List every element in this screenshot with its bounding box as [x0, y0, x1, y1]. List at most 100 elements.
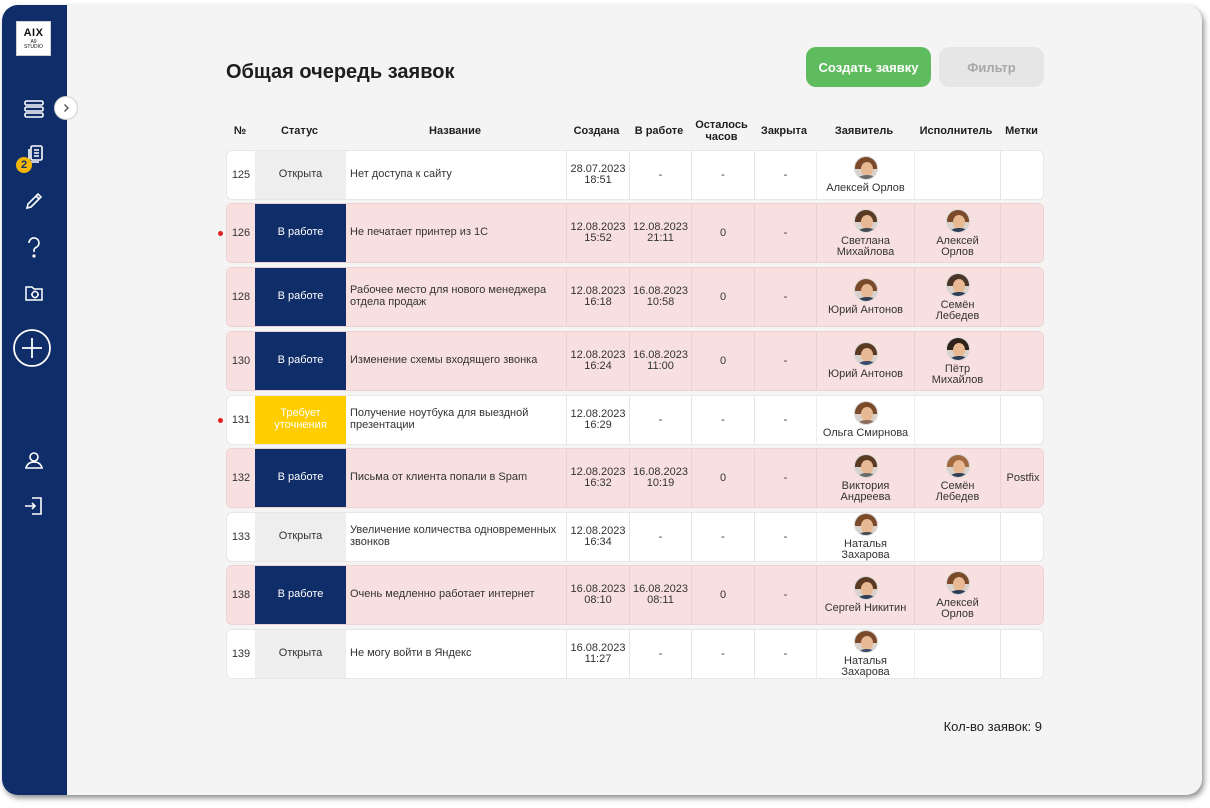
- table-row[interactable]: 125 Открыта Нет доступа к сайту 28.07.2023 …: [226, 150, 1044, 200]
- ticket-tags: [1000, 204, 1045, 262]
- hours-left: 0: [691, 204, 754, 262]
- table-row[interactable]: 128 В работе Рабочее место для нового мене…: [226, 267, 1044, 327]
- ticket-tags: [1000, 396, 1045, 444]
- ticket-title: Очень медленно работает интернет: [350, 588, 535, 601]
- hours-left: 0: [691, 268, 754, 326]
- in-work-date: -: [629, 513, 691, 561]
- in-work-date: 16.08.2023 08:11: [629, 566, 691, 624]
- logout-icon[interactable]: [21, 493, 47, 519]
- table-row[interactable]: 131 Требует уточнения Получение ноутбука д…: [226, 395, 1044, 445]
- create-ticket-button[interactable]: Создать заявку: [806, 47, 931, 87]
- closed-date: -: [754, 566, 816, 624]
- column-header-created[interactable]: Создана: [565, 115, 628, 149]
- executor[interactable]: [914, 396, 1000, 444]
- closed-date: -: [754, 630, 816, 678]
- avatar: [853, 156, 878, 180]
- executor[interactable]: Пётр Михайлов: [914, 332, 1000, 390]
- status-badge: В работе: [255, 566, 346, 624]
- ticket-number: 132: [231, 472, 251, 484]
- applicant[interactable]: Юрий Антонов: [816, 268, 914, 326]
- avatar: [945, 453, 970, 478]
- table-row[interactable]: 130 В работе Изменение схемы входящего зво…: [226, 331, 1044, 391]
- created-date: 12.08.2023 16:24: [566, 332, 629, 390]
- column-header-number[interactable]: №: [226, 115, 254, 149]
- table-row[interactable]: 126 В работе Не печатает принтер из 1С 12.0…: [226, 203, 1044, 263]
- ticket-number: 139: [231, 648, 251, 660]
- in-work-date: -: [629, 630, 691, 678]
- profile-icon[interactable]: [21, 447, 47, 473]
- hours-left: -: [691, 630, 754, 678]
- tickets-badge: 2: [16, 157, 32, 173]
- ticket-title: Нет доступа к сайту: [350, 168, 452, 181]
- applicant-name: Юрий Антонов: [827, 368, 904, 380]
- created-date: 12.08.2023 16:29: [566, 396, 629, 444]
- in-work-date: 16.08.2023 10:19: [629, 449, 691, 507]
- table-row[interactable]: 139 Открыта Не могу войти в Яндекс 16.08.20…: [226, 629, 1044, 679]
- applicant[interactable]: Ольга Смирнова: [816, 396, 914, 444]
- executor[interactable]: Семён Лебедев: [914, 449, 1000, 507]
- applicant[interactable]: Юрий Антонов: [816, 332, 914, 390]
- hours-left: -: [691, 513, 754, 561]
- help-icon[interactable]: [21, 234, 47, 260]
- applicant[interactable]: Алексей Орлов: [816, 151, 914, 199]
- executor[interactable]: [914, 513, 1000, 561]
- chevron-right-icon: [64, 104, 69, 112]
- ticket-tags: [1000, 513, 1045, 561]
- closed-date: -: [754, 396, 816, 444]
- avatar: [853, 208, 878, 233]
- created-date: 12.08.2023 16:34: [566, 513, 629, 561]
- applicant[interactable]: Сергей Никитин: [816, 566, 914, 624]
- table-row[interactable]: 133 Открыта Увеличение количества одноврем…: [226, 512, 1044, 562]
- applicant[interactable]: Виктория Андреева: [816, 449, 914, 507]
- urgent-indicator: [218, 230, 223, 236]
- ticket-number: 130: [231, 355, 251, 367]
- column-header-applicant[interactable]: Заявитель: [815, 115, 913, 149]
- edit-icon[interactable]: [21, 188, 47, 214]
- ticket-number: 128: [231, 291, 251, 303]
- applicant-name: Юрий Антонов: [827, 304, 904, 316]
- ticket-tags: Postfix: [1000, 449, 1045, 507]
- table-row[interactable]: 132 В работе Письма от клиента попали в Sp…: [226, 448, 1044, 508]
- hours-left: 0: [691, 566, 754, 624]
- queue-icon[interactable]: [21, 96, 47, 122]
- column-header-name[interactable]: Название: [345, 115, 565, 149]
- ticket-title: Увеличение количества одновременных звон…: [350, 524, 557, 548]
- executor[interactable]: Алексей Орлов: [914, 204, 1000, 262]
- column-header-tags[interactable]: Метки: [999, 115, 1044, 149]
- logo: AIX A9 STUDIO: [16, 21, 51, 56]
- applicant[interactable]: Наталья Захарова: [816, 630, 914, 678]
- created-date: 28.07.2023 18:51: [566, 151, 629, 199]
- add-icon[interactable]: [12, 328, 52, 368]
- applicant[interactable]: Светлана Михайлова: [816, 204, 914, 262]
- executor[interactable]: Семён Лебедев: [914, 268, 1000, 326]
- column-header-status[interactable]: Статус: [254, 115, 345, 149]
- table-row[interactable]: 138 В работе Очень медленно работает интер…: [226, 565, 1044, 625]
- status-badge: В работе: [255, 449, 346, 507]
- tickets-count: Кол-во заявок: 9: [943, 719, 1042, 734]
- ticket-number: 138: [231, 589, 251, 601]
- column-header-in-work[interactable]: В работе: [628, 115, 690, 149]
- executor[interactable]: [914, 630, 1000, 678]
- in-work-date: 16.08.2023 11:00: [629, 332, 691, 390]
- closed-date: -: [754, 513, 816, 561]
- ticket-title: Не печатает принтер из 1С: [350, 226, 489, 239]
- applicant-name: Виктория Андреева: [840, 479, 891, 503]
- executor[interactable]: [914, 151, 1000, 199]
- in-work-date: 12.08.2023 21:11: [629, 204, 691, 262]
- column-header-closed[interactable]: Закрыта: [753, 115, 815, 149]
- executor[interactable]: Алексей Орлов: [914, 566, 1000, 624]
- sidebar: AIX A9 STUDIO 2: [2, 5, 67, 795]
- filter-button[interactable]: Фильтр: [939, 47, 1044, 87]
- column-header-executor[interactable]: Исполнитель: [913, 115, 999, 149]
- urgent-indicator: [218, 417, 223, 423]
- ticket-title: Письма от клиента попали в Spam: [350, 471, 528, 484]
- applicant[interactable]: Наталья Захарова: [816, 513, 914, 561]
- settings-folder-icon[interactable]: [21, 280, 47, 306]
- hours-left: 0: [691, 332, 754, 390]
- column-header-hours-left[interactable]: Осталось часов: [690, 115, 753, 149]
- closed-date: -: [754, 332, 816, 390]
- executor-name: Семён Лебедев: [935, 298, 980, 322]
- sidebar-toggle[interactable]: [54, 96, 78, 120]
- avatar: [945, 336, 970, 361]
- ticket-tags: [1000, 630, 1045, 678]
